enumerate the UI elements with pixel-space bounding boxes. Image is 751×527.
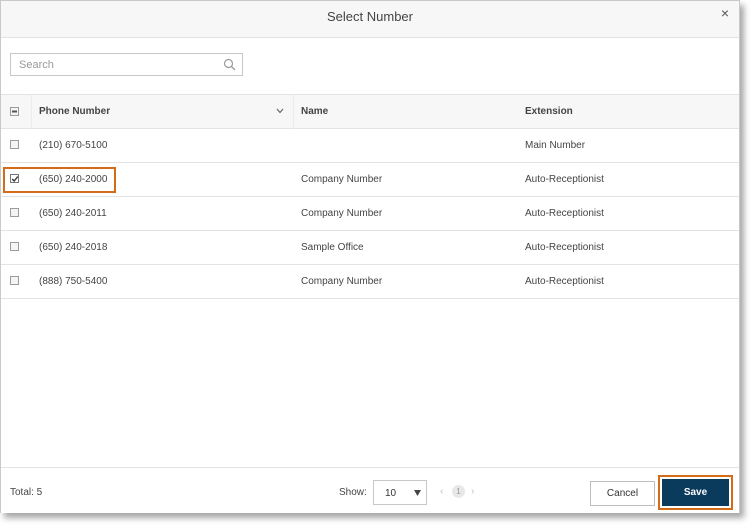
caret-down-icon — [414, 490, 421, 496]
extension-cell: Auto-Receptionist — [525, 276, 604, 287]
phone-number-cell: (650) 240-2018 — [39, 242, 108, 253]
row-checkbox[interactable] — [10, 140, 19, 149]
column-header-name: Name — [301, 106, 329, 117]
extension-cell: Auto-Receptionist — [525, 208, 604, 219]
extension-cell: Auto-Receptionist — [525, 242, 604, 253]
name-cell: Company Number — [301, 208, 383, 219]
search-icon[interactable] — [223, 58, 236, 71]
phone-number-cell: (650) 240-2000 — [39, 174, 108, 185]
chevron-down-icon[interactable] — [276, 108, 284, 114]
prev-page-button[interactable]: ‹ — [440, 486, 443, 497]
row-checkbox[interactable] — [10, 276, 19, 285]
select-all-checkbox[interactable] — [10, 107, 19, 116]
search-input[interactable] — [11, 54, 219, 75]
table-row[interactable]: (650) 240-2000 Company Number Auto-Recep… — [1, 163, 739, 197]
dialog-footer: Total: 5 Show: 10 ‹ 1 › Cancel Save — [1, 467, 739, 513]
cancel-button[interactable]: Cancel — [590, 481, 655, 506]
table-header: Phone Number Name Extension — [1, 94, 739, 129]
name-cell: Company Number — [301, 174, 383, 185]
page-size-select[interactable]: 10 — [373, 480, 427, 505]
save-button-highlight: Save — [658, 475, 733, 510]
phone-number-cell: (650) 240-2011 — [39, 208, 107, 219]
close-icon[interactable]: × — [721, 6, 729, 20]
show-label: Show: — [339, 487, 367, 498]
name-cell: Sample Office — [301, 242, 364, 253]
extension-cell: Main Number — [525, 140, 586, 151]
next-page-button[interactable]: › — [471, 486, 474, 497]
row-checkbox-checked[interactable] — [10, 174, 19, 183]
page-size-value: 10 — [385, 488, 397, 499]
dialog-title: Select Number — [327, 9, 413, 24]
total-count: Total: 5 — [10, 487, 43, 498]
name-cell: Company Number — [301, 276, 383, 287]
search-box — [10, 53, 243, 76]
table-row[interactable]: (210) 670-5100 Main Number — [1, 129, 739, 163]
extension-cell: Auto-Receptionist — [525, 174, 604, 185]
table-row[interactable]: (650) 240-2018 Sample Office Auto-Recept… — [1, 231, 739, 265]
phone-number-cell: (210) 670-5100 — [39, 140, 108, 151]
save-button[interactable]: Save — [662, 479, 729, 506]
column-divider — [31, 95, 32, 129]
column-header-phone-number[interactable]: Phone Number — [39, 106, 110, 117]
column-divider — [293, 95, 294, 129]
row-checkbox[interactable] — [10, 208, 19, 217]
page-number-current[interactable]: 1 — [452, 485, 465, 498]
phone-number-cell: (888) 750-5400 — [39, 276, 108, 287]
select-number-dialog: Select Number × Phone Number Name Extens… — [0, 0, 740, 513]
column-header-extension: Extension — [525, 106, 573, 117]
table-row[interactable]: (650) 240-2011 Company Number Auto-Recep… — [1, 197, 739, 231]
table-row[interactable]: (888) 750-5400 Company Number Auto-Recep… — [1, 265, 739, 299]
row-checkbox[interactable] — [10, 242, 19, 251]
dialog-header: Select Number × — [1, 1, 739, 38]
